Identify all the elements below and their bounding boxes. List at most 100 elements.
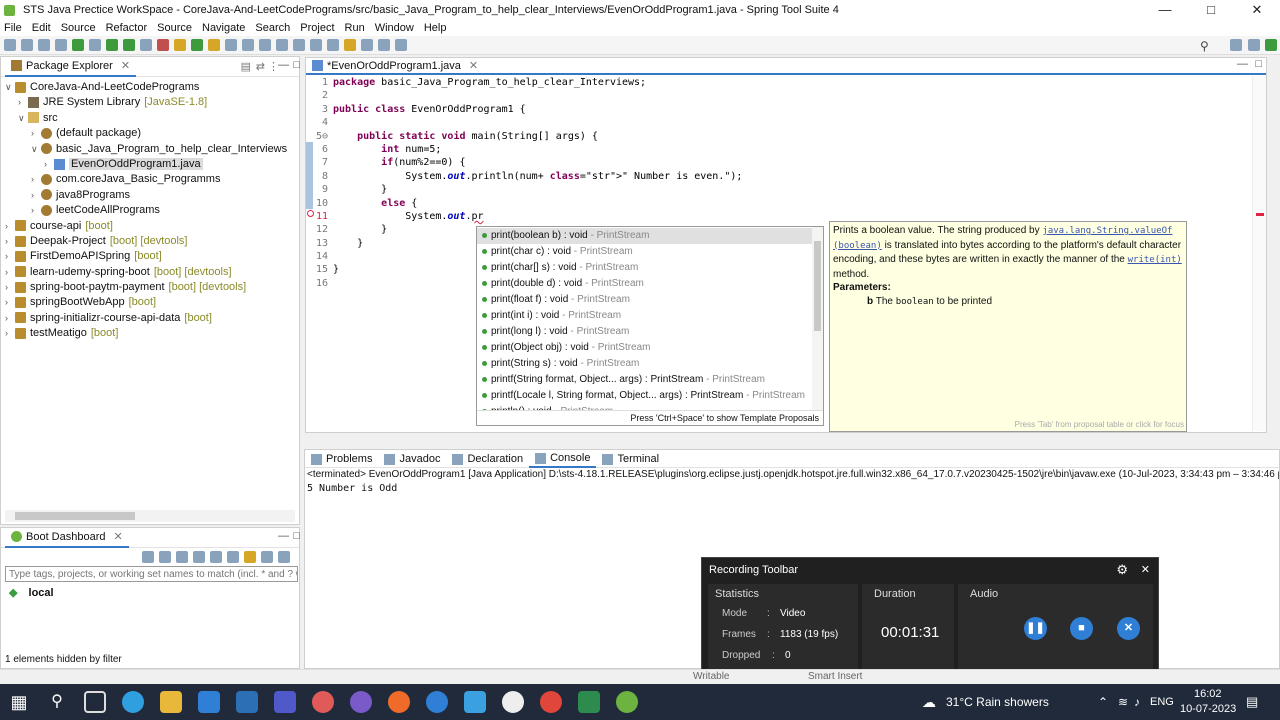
tree-item[interactable]: › springBootWebApp [boot] [1, 295, 299, 310]
chevron-right-icon[interactable]: › [5, 219, 15, 234]
tree-item[interactable]: › learn-udemy-spring-boot [boot] [devtools… [1, 265, 299, 280]
proposal-item[interactable]: print(int i) : void - PrintStream [477, 308, 823, 324]
search-icon[interactable]: ⚲ [1200, 39, 1209, 53]
error-marker-icon[interactable] [307, 210, 314, 217]
proposal-item[interactable]: print(double d) : void - PrintStream [477, 276, 823, 292]
chevron-right-icon[interactable]: › [31, 203, 41, 218]
store-icon[interactable] [464, 691, 486, 713]
menu-source-2[interactable]: Source [61, 22, 96, 34]
wifi-icon[interactable]: ≋ [1118, 695, 1128, 709]
restart-icon[interactable] [159, 551, 171, 563]
new-icon[interactable] [4, 39, 16, 51]
file-explorer-icon[interactable] [160, 691, 182, 713]
collapse-all-icon[interactable]: ▤ [241, 60, 251, 73]
chevron-right-icon[interactable]: › [31, 172, 41, 187]
new-java-package-icon[interactable] [174, 39, 186, 51]
menu-file-0[interactable]: File [4, 22, 22, 34]
tree-item[interactable]: › testMeatigo [boot] [1, 326, 299, 341]
chevron-right-icon[interactable]: › [31, 126, 41, 141]
javadoc-hover[interactable]: Prints a boolean value. The string produ… [829, 221, 1187, 432]
chevron-right-icon[interactable]: › [5, 234, 15, 249]
close-window-button[interactable]: ✕ [1234, 0, 1280, 20]
chevron-right-icon[interactable]: › [18, 95, 28, 110]
lightbulb-icon[interactable] [244, 551, 256, 563]
tab-javadoc[interactable]: Javadoc [378, 450, 446, 468]
postman-icon[interactable] [388, 691, 410, 713]
search-tool-icon[interactable] [225, 39, 237, 51]
run-icon[interactable] [106, 39, 118, 51]
code-line[interactable]: else { [333, 197, 742, 210]
stop-app-icon[interactable] [176, 551, 188, 563]
block-selection-icon[interactable] [276, 39, 288, 51]
chevron-right-icon[interactable]: › [5, 265, 15, 280]
maximize-view-icon[interactable]: □ [1255, 58, 1262, 70]
tree-item[interactable]: › FirstDemoAPISpring [boot] [1, 249, 299, 264]
language-indicator[interactable]: ENG [1150, 696, 1174, 708]
github-icon[interactable] [350, 691, 372, 713]
proposal-item[interactable]: print(char[] s) : void - PrintStream [477, 260, 823, 276]
code-line[interactable]: System.out.pr [333, 210, 742, 223]
proposal-item[interactable]: print(boolean b) : void - PrintStream [477, 228, 823, 244]
weather-text[interactable]: 31°C Rain showers [946, 695, 1049, 709]
save-icon[interactable] [21, 39, 33, 51]
maximize-button[interactable]: □ [1188, 0, 1234, 20]
filter-icon[interactable] [261, 551, 273, 563]
gear-icon[interactable]: ⚙ [1116, 562, 1128, 578]
console-output[interactable]: 5 Number is Odd [305, 482, 1279, 496]
show-whitespace-icon[interactable] [293, 39, 305, 51]
maps-icon[interactable] [426, 691, 448, 713]
menu-run-8[interactable]: Run [345, 22, 365, 34]
minimize-view-icon[interactable]: — [278, 530, 289, 542]
open-browser-icon[interactable] [210, 551, 222, 563]
tree-item[interactable]: › leetCodeAllPrograms [1, 203, 299, 218]
tree-item[interactable]: ∨ basic_Java_Program_to_help_clear_Interv… [1, 142, 299, 157]
close-icon[interactable]: ✕ [1141, 563, 1150, 576]
proposal-item[interactable]: printf(String format, Object... args) : … [477, 372, 823, 388]
chevron-right-icon[interactable]: › [31, 188, 41, 203]
minimize-button[interactable]: — [1142, 0, 1188, 20]
menu-source-4[interactable]: Source [157, 22, 192, 34]
tree-item[interactable]: › course-api [boot] [1, 219, 299, 234]
menu-edit-1[interactable]: Edit [32, 22, 51, 34]
teams-icon[interactable] [274, 691, 296, 713]
horizontal-scrollbar[interactable] [5, 510, 295, 522]
local-target-row[interactable]: ◆ local [9, 586, 54, 599]
sts-taskbar-icon[interactable] [616, 691, 638, 713]
boot-filter-input[interactable] [5, 566, 298, 582]
chevron-right-icon[interactable]: › [5, 280, 15, 295]
proposal-scrollbar[interactable] [812, 227, 823, 411]
toggle-word-wrap-icon[interactable] [259, 39, 271, 51]
perspective-icon[interactable] [1230, 39, 1242, 51]
menu-project-7[interactable]: Project [300, 22, 334, 34]
debug-icon[interactable] [89, 39, 101, 51]
code-line[interactable]: public class EvenOrOddProgram1 { [333, 103, 742, 116]
code-line[interactable] [333, 116, 742, 129]
boot-dashboard-tab[interactable]: Boot Dashboard ✕ [5, 527, 129, 548]
chevron-right-icon[interactable]: › [44, 157, 54, 172]
menu-window-9[interactable]: Window [375, 22, 414, 34]
minimize-view-icon[interactable]: — [1237, 58, 1248, 70]
excel-icon[interactable] [578, 691, 600, 713]
link-editor-icon[interactable]: ⇄ [256, 60, 265, 73]
spring-perspective-icon[interactable] [1265, 39, 1277, 51]
forward-icon[interactable] [378, 39, 390, 51]
save-all-icon[interactable] [38, 39, 50, 51]
chevron-right-icon[interactable]: › [5, 249, 15, 264]
print-icon[interactable] [55, 39, 67, 51]
volume-icon[interactable]: ♪ [1134, 695, 1140, 709]
tree-item[interactable]: › EvenOrOddProgram1.java [1, 157, 299, 172]
editor-tab[interactable]: *EvenOrOddProgram1.java ✕ [306, 58, 1266, 75]
new-class-icon[interactable] [191, 39, 203, 51]
chevron-down-icon[interactable]: ∨ [18, 111, 28, 126]
chevron-down-icon[interactable]: ∨ [5, 80, 15, 95]
search-taskbar-icon[interactable]: ⚲ [46, 691, 68, 713]
overview-ruler[interactable] [1252, 76, 1266, 431]
tray-chevron-icon[interactable]: ⌃ [1098, 695, 1108, 709]
tree-item[interactable]: › spring-initializr-course-api-data [boot] [1, 311, 299, 326]
tab-problems[interactable]: Problems [305, 450, 378, 468]
menu-search-6[interactable]: Search [255, 22, 290, 34]
windows-start-icon[interactable]: ▦ [8, 691, 30, 713]
open-type-icon[interactable] [208, 39, 220, 51]
chevron-right-icon[interactable]: › [5, 295, 15, 310]
menu-navigate-5[interactable]: Navigate [202, 22, 245, 34]
